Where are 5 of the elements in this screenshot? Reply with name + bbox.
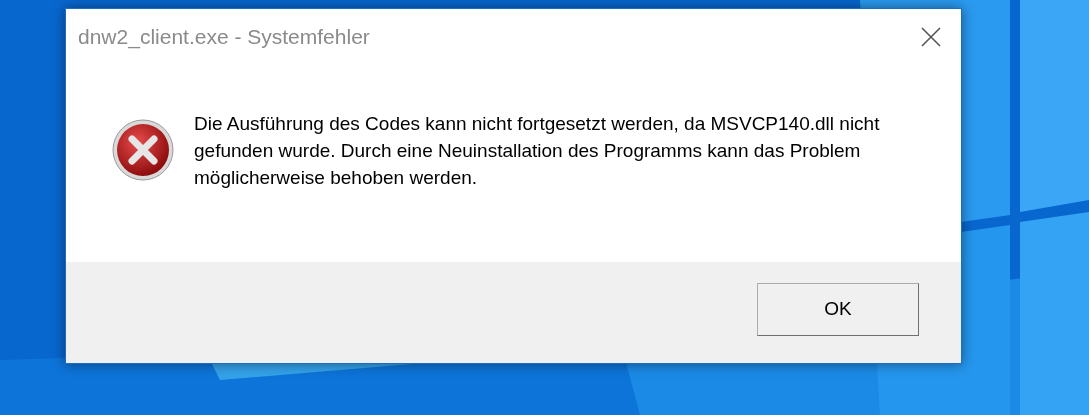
ok-button[interactable]: OK: [757, 283, 919, 336]
window-title: dnw2_client.exe - Systemfehler: [78, 24, 370, 51]
error-icon: [111, 118, 175, 182]
close-icon[interactable]: [921, 27, 941, 47]
error-message: Die Ausführung des Codes kann nicht fortgesetzt werden, da MSVCP140.dll nicht gefunden wurde. Durch eine Neuinstallation des Programms kann das Problem möglicherweise behoben werden.: [194, 112, 881, 190]
